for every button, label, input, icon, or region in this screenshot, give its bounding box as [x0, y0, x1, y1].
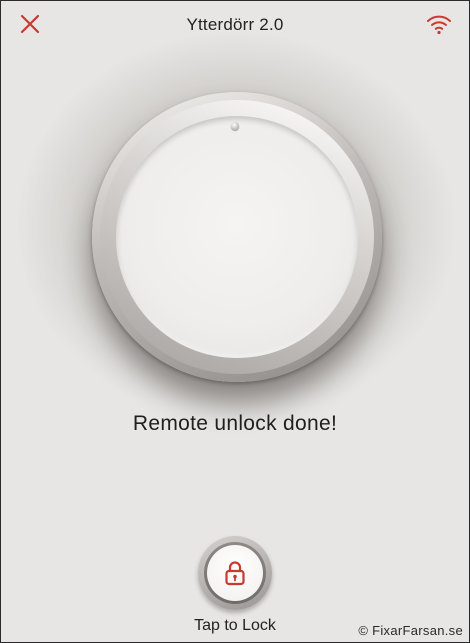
dial-indicator-dot: [231, 122, 239, 130]
lock-button-ring: [204, 542, 266, 604]
lock-button-face: [207, 545, 263, 601]
wifi-icon: [427, 15, 451, 35]
dial-face: [116, 116, 358, 358]
app-screen: Ytterdörr 2.0 Remote unlock done! Tap to…: [0, 0, 470, 643]
dial-ring: [100, 100, 374, 374]
padlock-icon: [225, 561, 245, 586]
watermark: © FixarFarsan.se: [358, 623, 463, 638]
lock-button[interactable]: [198, 536, 272, 610]
lock-dial[interactable]: [92, 92, 382, 382]
status-message: Remote unlock done!: [132, 412, 338, 435]
connection-status-button[interactable]: [423, 10, 455, 38]
